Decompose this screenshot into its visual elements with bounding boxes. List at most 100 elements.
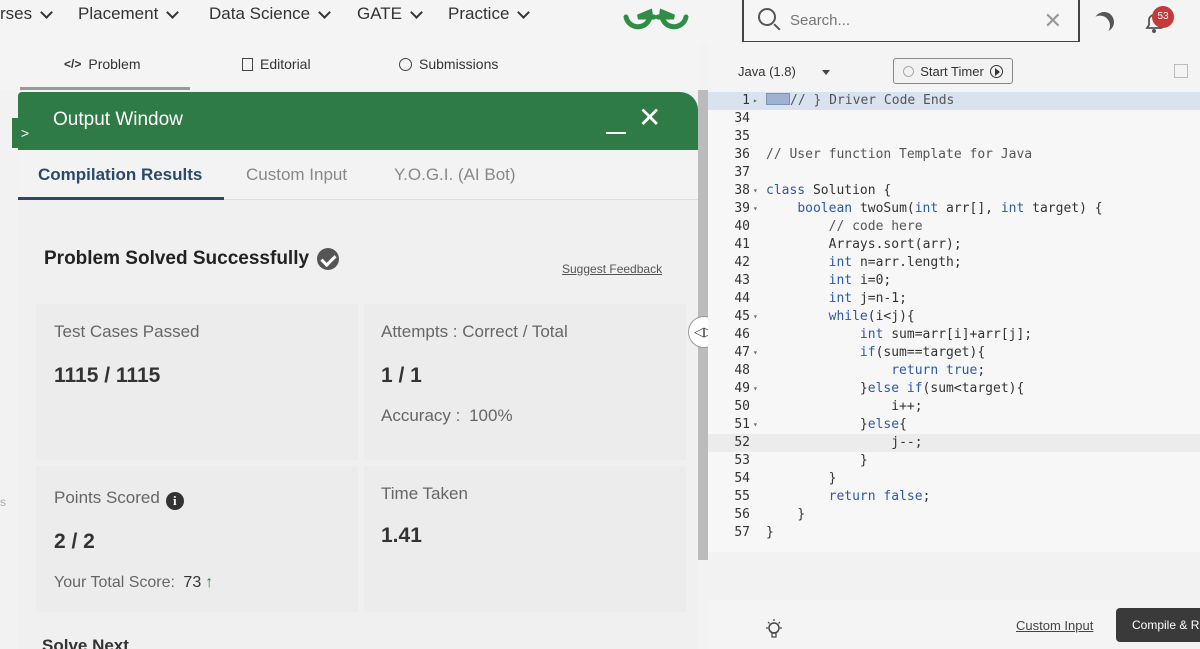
line-number: 55 bbox=[734, 489, 750, 504]
fullscreen-icon[interactable] bbox=[1174, 64, 1188, 78]
result-status: Problem Solved Successfully bbox=[44, 248, 340, 270]
code-text: } bbox=[766, 471, 837, 486]
lightbulb-icon[interactable] bbox=[764, 618, 784, 640]
code-text: }else if(sum<target){ bbox=[766, 381, 1025, 396]
code-text: Arrays.sort(arr); bbox=[828, 237, 962, 252]
nav-courses[interactable]: rses bbox=[0, 4, 53, 24]
line-number: 51 bbox=[734, 417, 750, 432]
code-line[interactable]: 48 return true; bbox=[708, 362, 1200, 380]
code-line[interactable]: 41 Arrays.sort(arr); bbox=[708, 236, 1200, 254]
points-value: 2 / 2 bbox=[54, 530, 95, 553]
code-line[interactable]: 35 bbox=[708, 128, 1200, 146]
fold-toggle-icon[interactable]: ▸ bbox=[753, 92, 758, 110]
code-text: // code here bbox=[766, 219, 923, 234]
tab-editorial[interactable]: Editorial bbox=[242, 56, 311, 72]
code-line[interactable]: 49 ▾ }else if(sum<target){ bbox=[708, 380, 1200, 398]
code-line[interactable]: 45 ▾ while(i<j){ bbox=[708, 308, 1200, 326]
code-text: i++; bbox=[891, 399, 923, 414]
compile-run-button[interactable]: Compile & R bbox=[1116, 608, 1200, 642]
tab-custom-input[interactable]: Custom Input bbox=[246, 165, 347, 185]
code-line[interactable]: 40 // code here bbox=[708, 218, 1200, 236]
test-cases-label: Test Cases Passed bbox=[54, 322, 200, 341]
tab-problem[interactable]: </> Problem bbox=[64, 56, 141, 72]
close-icon[interactable]: ✕ bbox=[638, 104, 661, 132]
start-timer-button[interactable]: Start Timer bbox=[893, 58, 1013, 84]
line-number: 44 bbox=[734, 291, 750, 306]
tab-compilation-results[interactable]: Compilation Results bbox=[38, 165, 202, 185]
nav-gate[interactable]: GATE bbox=[357, 4, 423, 24]
line-number: 43 bbox=[734, 273, 750, 288]
info-icon[interactable]: i bbox=[165, 492, 184, 510]
code-line[interactable]: 51 ▾ }else{ bbox=[708, 416, 1200, 434]
chevron-down-icon bbox=[410, 5, 423, 19]
fold-toggle-icon[interactable]: ▾ bbox=[753, 308, 758, 326]
code-text: int j=n-1; bbox=[828, 291, 907, 306]
caret-down-icon[interactable] bbox=[822, 70, 830, 75]
code-line[interactable]: 34 bbox=[708, 110, 1200, 128]
line-number: 53 bbox=[734, 453, 750, 468]
fold-toggle-icon[interactable]: ▾ bbox=[753, 344, 758, 362]
clear-search-icon[interactable]: ✕ bbox=[1044, 8, 1062, 34]
code-text: } bbox=[766, 453, 868, 468]
code-line[interactable]: 55 return false; bbox=[708, 488, 1200, 506]
time-label: Time Taken bbox=[381, 484, 468, 503]
code-text: int n=arr.length; bbox=[828, 255, 962, 270]
attempts-value: 1 / 1 bbox=[381, 364, 422, 387]
output-window-title: Output Window bbox=[53, 109, 183, 130]
fold-toggle-icon[interactable]: ▾ bbox=[753, 380, 758, 398]
minimize-icon[interactable] bbox=[606, 132, 626, 134]
code-line[interactable]: 37 bbox=[708, 164, 1200, 182]
code-line[interactable]: 39 ▾ boolean twoSum(int arr[], int target… bbox=[708, 200, 1200, 218]
code-line[interactable]: 47 ▾ if(sum==target){ bbox=[708, 344, 1200, 362]
code-text: if(sum==target){ bbox=[859, 345, 986, 360]
code-line[interactable]: 42 int n=arr.length; bbox=[708, 254, 1200, 272]
code-text: j--; bbox=[891, 435, 923, 450]
editor-toolbar: Java (1.8) Start Timer bbox=[708, 42, 1200, 92]
fold-toggle-icon[interactable]: ▾ bbox=[753, 200, 758, 218]
accuracy-label: Accuracy : bbox=[381, 406, 461, 425]
dark-mode-icon[interactable] bbox=[1091, 9, 1117, 35]
search-icon bbox=[758, 8, 776, 26]
folded-code-icon[interactable] bbox=[766, 93, 790, 105]
nav-data-science[interactable]: Data Science bbox=[209, 4, 331, 24]
suggest-feedback-link[interactable]: Suggest Feedback bbox=[562, 262, 662, 276]
line-number: 41 bbox=[734, 237, 750, 252]
panel-toggle-icon[interactable]: > bbox=[12, 118, 38, 148]
time-card: Time Taken 1.41 bbox=[364, 466, 686, 612]
nav-label: GATE bbox=[357, 4, 403, 23]
code-line[interactable]: 52 j--; bbox=[708, 434, 1200, 452]
search-input[interactable] bbox=[790, 8, 1030, 32]
fold-toggle-icon[interactable]: ▾ bbox=[753, 182, 758, 200]
language-select[interactable]: Java (1.8) bbox=[738, 64, 796, 79]
code-line[interactable]: 57} bbox=[708, 524, 1200, 542]
gfg-logo-icon[interactable] bbox=[620, 0, 692, 34]
tab-yogi-bot[interactable]: Y.O.G.I. (AI Bot) bbox=[394, 165, 516, 185]
code-line[interactable]: 50 i++; bbox=[708, 398, 1200, 416]
custom-input-link[interactable]: Custom Input bbox=[1016, 618, 1093, 633]
code-line[interactable]: 53 } bbox=[708, 452, 1200, 470]
code-line[interactable]: 43 int i=0; bbox=[708, 272, 1200, 290]
line-number: 45 bbox=[734, 309, 750, 324]
fold-toggle-icon[interactable]: ▾ bbox=[753, 416, 758, 434]
document-icon bbox=[242, 57, 253, 71]
code-line[interactable]: 56 } bbox=[708, 506, 1200, 524]
total-score-row: Your Total Score: 73 ↑ bbox=[54, 574, 213, 592]
code-line[interactable]: 1 ▸ // } Driver Code Ends bbox=[708, 92, 1200, 110]
nav-label: Data Science bbox=[209, 4, 311, 23]
tab-label: Submissions bbox=[419, 56, 499, 72]
code-line[interactable]: 46 int sum=arr[i]+arr[j]; bbox=[708, 326, 1200, 344]
code-line[interactable]: 54 } bbox=[708, 470, 1200, 488]
problem-tabs: </> Problem Editorial Submissions bbox=[0, 42, 700, 90]
code-text: while(i<j){ bbox=[828, 309, 915, 324]
code-line[interactable]: 44 int j=n-1; bbox=[708, 290, 1200, 308]
left-edge-text: s bbox=[0, 495, 6, 509]
line-number: 36 bbox=[734, 147, 750, 162]
code-line[interactable]: 36 // User function Template for Java bbox=[708, 146, 1200, 164]
nav-placement[interactable]: Placement bbox=[78, 4, 180, 24]
tab-submissions[interactable]: Submissions bbox=[399, 56, 498, 72]
search-box[interactable]: ✕ bbox=[742, 0, 1080, 43]
code-editor[interactable]: 1 ▸ // } Driver Code Ends 34 35 36 // User fun… bbox=[708, 92, 1200, 552]
code-line[interactable]: 38 ▾ class Solution { bbox=[708, 182, 1200, 200]
nav-practice[interactable]: Practice bbox=[448, 4, 531, 24]
check-circle-icon bbox=[317, 248, 340, 270]
